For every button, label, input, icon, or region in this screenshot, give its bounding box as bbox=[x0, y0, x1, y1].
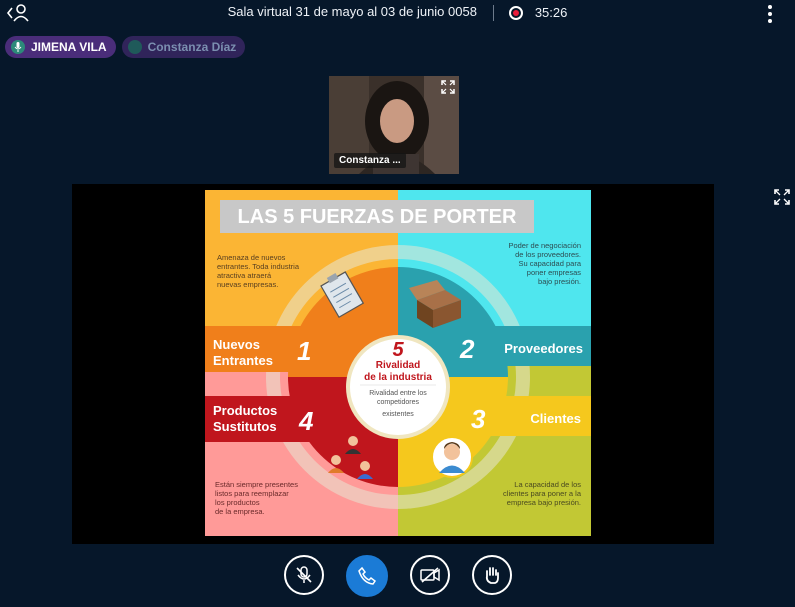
meeting-title: Sala virtual 31 de mayo al 03 de junio 0… bbox=[227, 4, 477, 19]
more-vertical-icon[interactable] bbox=[767, 5, 773, 23]
svg-text:atractiva atraerá: atractiva atraerá bbox=[217, 271, 272, 280]
svg-text:La capacidad de los: La capacidad de los bbox=[514, 480, 581, 489]
presentation-slide: LAS 5 FUERZAS DE PORTER Amenaza de nuevo… bbox=[205, 190, 591, 536]
svg-text:clientes para poner a la: clientes para poner a la bbox=[503, 489, 582, 498]
header-divider bbox=[492, 4, 494, 21]
svg-text:los productos: los productos bbox=[215, 498, 260, 507]
svg-text:de la empresa.: de la empresa. bbox=[215, 507, 265, 516]
clients-label: Clientes bbox=[530, 411, 581, 426]
svg-text:bajo presión.: bajo presión. bbox=[538, 277, 581, 286]
svg-text:competidores: competidores bbox=[377, 399, 420, 406]
phone-icon[interactable] bbox=[345, 555, 388, 597]
slide-title: LAS 5 FUERZAS DE PORTER bbox=[238, 206, 517, 228]
svg-text:Amenaza de nuevos: Amenaza de nuevos bbox=[217, 253, 286, 262]
svg-text:entrantes. Toda industria: entrantes. Toda industria bbox=[217, 262, 300, 271]
svg-text:existentes: existentes bbox=[382, 411, 414, 418]
client-avatar-icon bbox=[431, 436, 473, 478]
entrants-label: Nuevos bbox=[213, 337, 260, 352]
rivalry-label-2: de la industria bbox=[364, 372, 432, 383]
entrants-number: 1 bbox=[297, 336, 311, 366]
microphone-icon bbox=[11, 40, 25, 54]
talker-name: Constanza Díaz bbox=[147, 40, 237, 54]
user-status-icon bbox=[127, 40, 142, 54]
entrants-label-2: Entrantes bbox=[213, 353, 273, 368]
svg-text:Rivalidad entre los: Rivalidad entre los bbox=[369, 390, 427, 397]
talker-constanza[interactable]: Constanza Díaz bbox=[121, 36, 246, 58]
recording-timer: 35:26 bbox=[534, 5, 568, 21]
media-controls bbox=[0, 555, 795, 599]
svg-text:de los proveedores.: de los proveedores. bbox=[515, 250, 581, 259]
camera-off-icon[interactable] bbox=[409, 555, 450, 595]
talking-indicators: JIMENA VILA Constanza Díaz bbox=[5, 36, 246, 58]
top-bar: Sala virtual 31 de mayo al 03 de junio 0… bbox=[0, 0, 795, 27]
svg-text:empresa bajo presión.: empresa bajo presión. bbox=[507, 498, 581, 507]
svg-text:listos para reemplazar: listos para reemplazar bbox=[215, 489, 289, 498]
suppliers-number: 2 bbox=[459, 334, 475, 364]
rivalry-number: 5 bbox=[392, 339, 404, 361]
clients-number: 3 bbox=[471, 404, 486, 434]
svg-text:Su capacidad para: Su capacidad para bbox=[518, 259, 581, 268]
substitutes-label: Productos bbox=[213, 403, 277, 418]
fullscreen-icon[interactable] bbox=[441, 80, 455, 94]
clients-description: La capacidad de los clientes para poner … bbox=[503, 480, 582, 507]
rivalry-label: Rivalidad bbox=[376, 360, 420, 371]
webcam-video[interactable]: Constanza ... bbox=[329, 76, 459, 174]
meeting-header: Sala virtual 31 de mayo al 03 de junio 0… bbox=[0, 4, 795, 21]
suppliers-label: Proveedores bbox=[504, 341, 583, 356]
raise-hand-icon[interactable] bbox=[471, 555, 512, 595]
substitutes-number: 4 bbox=[298, 406, 314, 436]
substitutes-label-2: Sustitutos bbox=[213, 419, 277, 434]
svg-text:Poder de negociación: Poder de negociación bbox=[508, 241, 581, 250]
talker-jimena[interactable]: JIMENA VILA bbox=[5, 36, 116, 58]
microphone-muted-icon[interactable] bbox=[283, 555, 324, 595]
svg-text:Están siempre presentes: Están siempre presentes bbox=[215, 480, 298, 489]
svg-text:poner empresas: poner empresas bbox=[527, 268, 581, 277]
presentation-fullscreen-icon[interactable] bbox=[774, 189, 790, 205]
recording-icon[interactable] bbox=[509, 5, 524, 20]
svg-text:nuevas empresas.: nuevas empresas. bbox=[217, 280, 278, 289]
webcam-username: Constanza ... bbox=[334, 153, 406, 168]
talker-name: JIMENA VILA bbox=[31, 40, 107, 54]
